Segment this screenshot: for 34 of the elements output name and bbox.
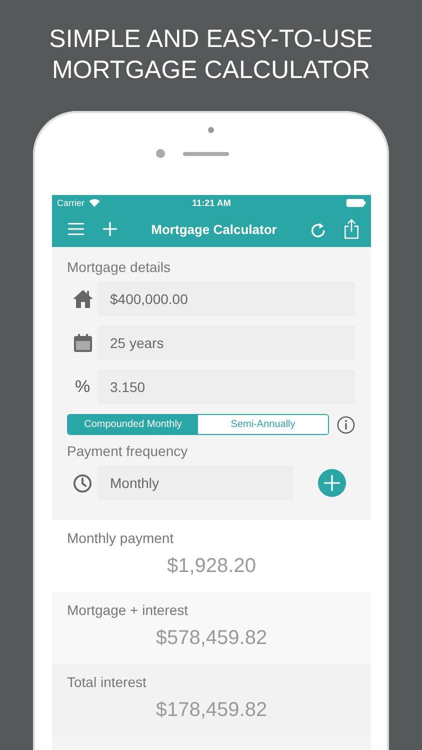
dropdown-field[interactable]: Monthly bbox=[98, 466, 293, 500]
status-time: 11:21 AM bbox=[192, 198, 231, 208]
result-label: Total interest bbox=[67, 674, 148, 690]
section-title: Mortgage details bbox=[67, 259, 172, 277]
camera-dot bbox=[156, 149, 164, 158]
add-icon[interactable] bbox=[103, 222, 117, 236]
carrier-label: Carrier bbox=[57, 198, 85, 208]
input-field[interactable]: 25 years bbox=[98, 326, 355, 360]
result-label: Mortgage + interest bbox=[67, 602, 190, 618]
result-value: $178,459.82 bbox=[154, 699, 268, 722]
segment-tab[interactable]: Compounded Monthly bbox=[68, 415, 198, 434]
input-field[interactable]: $400,000.00 bbox=[98, 282, 355, 316]
result-value: $578,459.82 bbox=[154, 627, 268, 650]
sensor-dot bbox=[208, 127, 214, 133]
refresh-icon[interactable] bbox=[311, 220, 326, 238]
percent-icon: % bbox=[74, 377, 90, 397]
input-field[interactable]: 3.150 bbox=[98, 370, 355, 404]
headline: SIMPLE AND EASY-TO-USE bbox=[49, 24, 373, 55]
wifi-icon bbox=[88, 199, 100, 207]
segment-tab[interactable]: Semi-Annually bbox=[198, 415, 328, 434]
result-label: Monthly payment bbox=[67, 530, 175, 546]
menu-icon[interactable] bbox=[67, 222, 85, 236]
clock-icon bbox=[73, 474, 92, 492]
house-icon bbox=[72, 290, 92, 308]
share-icon[interactable] bbox=[344, 219, 359, 239]
calendar-icon bbox=[74, 334, 92, 352]
section-title: Payment frequency bbox=[67, 443, 189, 461]
info-icon[interactable] bbox=[337, 416, 355, 434]
battery-icon bbox=[346, 199, 366, 207]
screen-title: Mortgage Calculator bbox=[150, 222, 278, 236]
add-button[interactable] bbox=[318, 469, 346, 497]
speaker-grille bbox=[182, 152, 228, 156]
headline: MORTGAGE CALCULATOR bbox=[52, 55, 370, 86]
result-value: $1,928.20 bbox=[166, 555, 257, 578]
